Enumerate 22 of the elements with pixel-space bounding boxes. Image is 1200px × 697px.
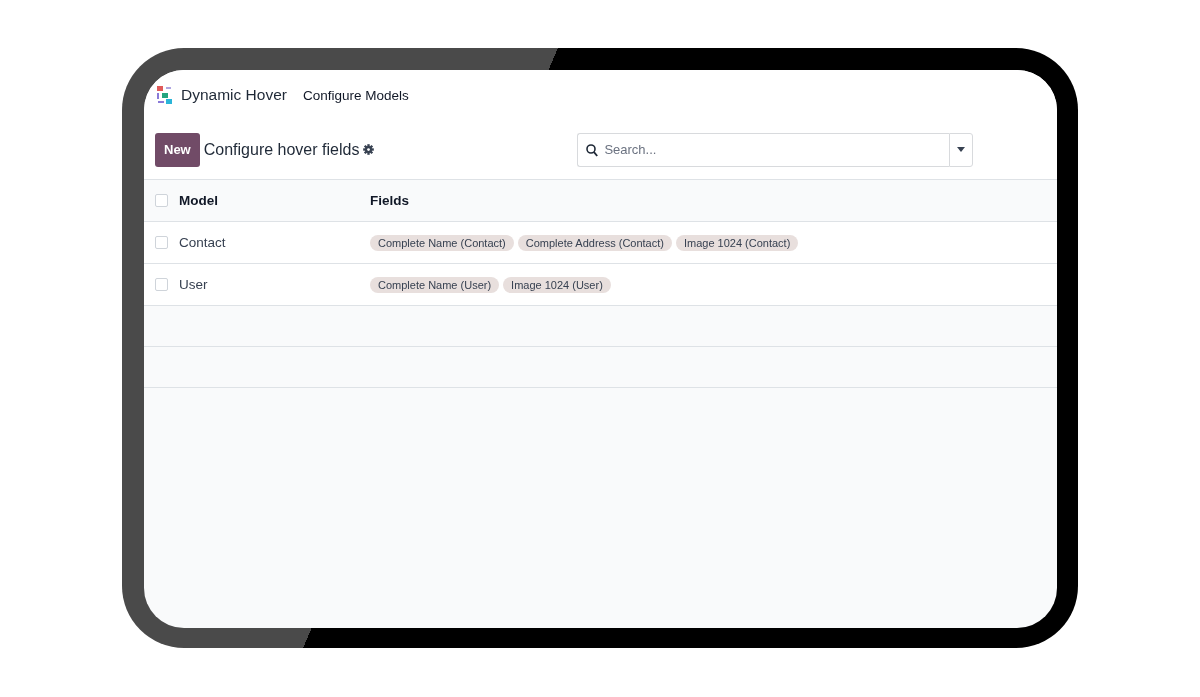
new-button[interactable]: New — [155, 132, 200, 167]
field-tag: Image 1024 (User) — [503, 276, 611, 293]
model-name: User — [179, 277, 209, 292]
column-header[interactable]: Model — [179, 193, 370, 208]
caret-icon — [957, 147, 966, 152]
model-name: Contact — [179, 235, 227, 250]
field-tag: Complete Name (User) — [370, 276, 500, 293]
row-checkbox[interactable] — [155, 236, 168, 249]
menu-item[interactable]: Configure Models — [302, 87, 409, 103]
row-checkbox[interactable] — [155, 194, 168, 207]
dropdown-toggle[interactable] — [949, 132, 974, 167]
row-checkbox[interactable] — [155, 278, 168, 291]
app-icon[interactable] — [157, 86, 173, 104]
page-title: Configure hover fields — [203, 140, 360, 159]
column-header[interactable]: Fields — [370, 193, 409, 208]
search-field[interactable]: Search... — [577, 132, 950, 167]
field-tag: Image 1024 (Contact) — [675, 234, 799, 251]
search-icon — [586, 143, 599, 157]
field-tag: Complete Name (Contact) — [370, 234, 514, 251]
settings-icon[interactable] — [363, 144, 375, 155]
field-tag: Complete Address (Contact) — [517, 234, 672, 251]
app-name[interactable]: Dynamic Hover — [181, 86, 287, 104]
